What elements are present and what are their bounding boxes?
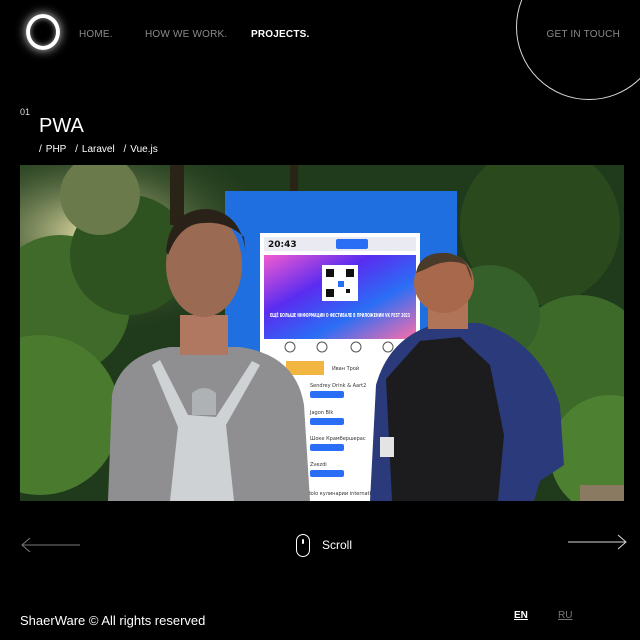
tag-separator: / xyxy=(75,144,78,155)
kiosk-list-item: Иван Трой xyxy=(332,365,359,372)
nav-how-we-work[interactable]: HOW WE WORK. xyxy=(145,29,227,40)
arrow-left-icon[interactable] xyxy=(20,536,82,554)
kiosk-list-item: Jagon Blk xyxy=(309,410,333,416)
decorative-circle xyxy=(516,0,640,100)
scroll-label: Scroll xyxy=(322,538,353,552)
kiosk-list-item: Zvezdi xyxy=(310,462,327,468)
arrow-right-icon[interactable] xyxy=(566,533,628,551)
kiosk-heading: ЕЩЁ БОЛЬШЕ ИНФОРМАЦИИ О ФЕСТИВАЛЕ В ПРИЛ… xyxy=(270,312,410,319)
lang-ru[interactable]: RU xyxy=(558,610,572,621)
lang-en[interactable]: EN xyxy=(514,610,528,621)
nav-home[interactable]: HOME. xyxy=(79,29,113,40)
tag-php: PHP xyxy=(45,144,67,155)
tag-vuejs: Vue.js xyxy=(130,144,158,155)
tag-laravel: Laravel xyxy=(81,144,115,155)
kiosk-time: 20:43 xyxy=(268,240,297,250)
tag-separator: / xyxy=(123,144,127,155)
kiosk-list-item: Sendrey Drink & Aart2 xyxy=(310,383,366,389)
project-photo: 20:43 ЕЩЁ БОЛЬШЕ ИНФОРМАЦИИ О ФЕСТИВАЛЕ … xyxy=(20,165,624,501)
mouse-icon xyxy=(296,533,310,557)
photo-illustration: 20:43 ЕЩЁ БОЛЬШЕ ИНФОРМАЦИИ О ФЕСТИВАЛЕ … xyxy=(20,165,624,501)
project-tags: / PHP / Laravel / Vue.js xyxy=(39,144,164,155)
project-title: PWA xyxy=(39,115,84,137)
copyright-text: ShaerWare © All rights reserved xyxy=(20,613,206,628)
nav-projects[interactable]: PROJECTS. xyxy=(251,29,309,40)
project-number: 01 xyxy=(20,107,31,117)
tag-separator: / xyxy=(39,144,42,155)
scroll-indicator[interactable]: Scroll xyxy=(296,533,352,557)
kiosk-list-item: Шоке Крамбершерас xyxy=(310,436,366,442)
